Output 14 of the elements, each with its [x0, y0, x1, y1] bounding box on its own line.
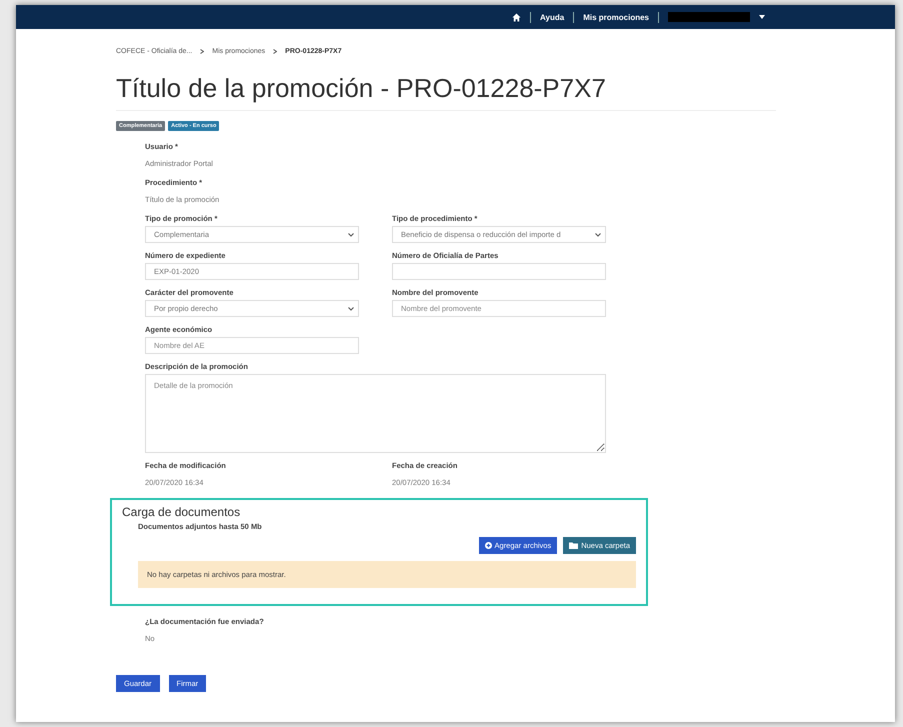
- folder-icon: [569, 542, 578, 549]
- chevron-down-icon: [595, 232, 601, 236]
- chevron-down-icon: [348, 232, 354, 236]
- input-field[interactable]: [392, 263, 606, 280]
- chevron-down-icon: [348, 306, 354, 310]
- page-title: Título de la promoción - PRO-01228-P7X7: [116, 73, 776, 111]
- caret-icon[interactable]: [759, 15, 765, 19]
- nav-link[interactable]: Ayuda: [540, 12, 564, 22]
- home-icon[interactable]: [512, 12, 522, 22]
- chevron-icon: [200, 49, 204, 54]
- section-title: Carga de documentos: [122, 505, 242, 519]
- nav-link[interactable]: Mis promociones: [583, 12, 649, 22]
- chevron-icon: [273, 49, 278, 54]
- plus-circle-icon: [484, 542, 492, 549]
